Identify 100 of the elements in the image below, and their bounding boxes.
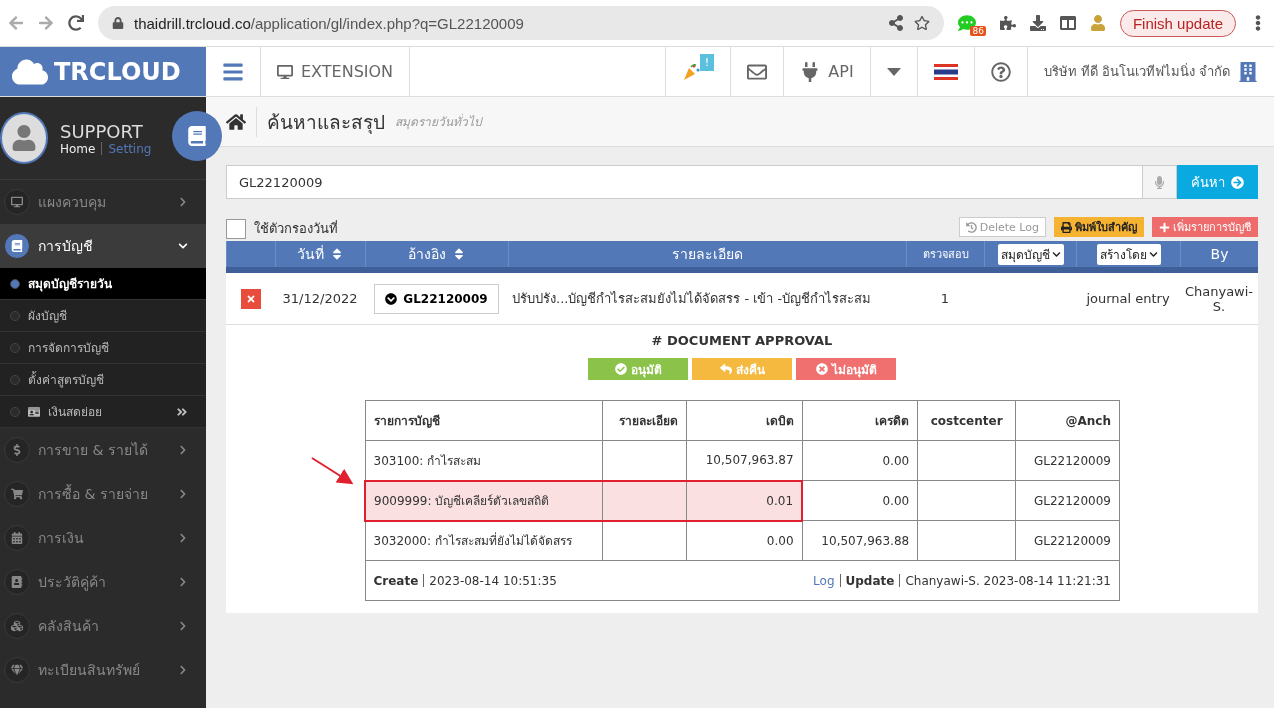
help-icon — [990, 61, 1011, 82]
search-button[interactable]: ค้นหา — [1177, 165, 1258, 199]
sidebar-icon[interactable] — [1059, 15, 1076, 31]
timeline-dot — [10, 310, 20, 321]
sidebar-item[interactable]: การขาย & รายได้ — [0, 428, 206, 472]
url-path: /application/gl/index.php?q=GL22120009 — [250, 14, 525, 32]
logo: TRCLOUD — [0, 47, 206, 96]
timeline-dot — [10, 406, 20, 417]
chevron-down-icon — [1051, 249, 1061, 259]
approval-title: # DOCUMENT APPROVAL — [651, 333, 833, 348]
home-link[interactable]: Home — [60, 141, 96, 156]
plus-icon — [1159, 221, 1170, 233]
building-icon — [1238, 61, 1258, 82]
cubes-icon — [4, 613, 30, 639]
submenu-item[interactable]: ตั้งค่าสูตรบัญชี — [0, 364, 206, 396]
party-popper-icon[interactable] — [681, 62, 700, 81]
print-button[interactable]: พิมพ์ใบสำคัญ — [1054, 217, 1144, 237]
download-icon[interactable] — [1029, 15, 1046, 31]
chevron-down-icon — [1148, 249, 1158, 259]
reject-button[interactable]: ไม่อนุมัติ — [796, 358, 896, 380]
table-cell: 0.00 — [802, 480, 918, 521]
search-field[interactable]: GL22120009 — [226, 165, 1143, 199]
submenu-item[interactable]: การจัดการบัญชี — [0, 332, 206, 364]
table-cell: 9009999: บัญชีเคลียร์ตัวเลขสถิติ — [365, 480, 603, 521]
add-button[interactable]: เพิ่มรายการบัญชี — [1152, 217, 1258, 237]
share-icon[interactable] — [888, 15, 905, 31]
sidebar-item[interactable]: คลังสินค้า — [0, 604, 206, 648]
sidebar-item[interactable]: ทะเบียนสินทรัพย์ — [0, 648, 206, 692]
log-link[interactable]: Log — [813, 573, 835, 588]
check-cell-text: 1 — [939, 291, 951, 306]
avatar — [0, 112, 48, 164]
timeline-dot — [10, 278, 20, 289]
table-cell: 0.00 — [802, 440, 918, 481]
sidebar-item[interactable]: การซื้อ & รายจ่าย — [0, 472, 206, 516]
update-info: Chanyawi-S. 2023-08-14 11:21:31 — [905, 573, 1111, 588]
cart-icon — [4, 481, 30, 507]
submenu-item[interactable]: สมุดบัญชีรายวัน — [0, 268, 206, 300]
chevron-right-icon — [178, 197, 188, 207]
table-cell: 303100: กำไรสะสม — [365, 440, 603, 481]
star-icon[interactable] — [914, 15, 931, 31]
gem-icon — [4, 657, 30, 683]
submenu-item[interactable]: เงินสดย่อย — [0, 396, 206, 428]
submenu-item[interactable]: ผังบัญชี — [0, 300, 206, 332]
date-cell-text: 31/12/2022 — [281, 291, 359, 306]
calendar-icon — [4, 525, 30, 551]
company-name: บริษัท ทีดี อินโนเวทีฟไมนิ่ง จำกัด — [1043, 62, 1230, 81]
column-filter-select[interactable]: สมุดบัญชี — [997, 243, 1064, 265]
table-cell: GL22120009 — [1015, 480, 1120, 521]
sort-icon — [452, 247, 466, 261]
date-filter-checkbox[interactable] — [226, 219, 246, 239]
book-icon — [187, 126, 207, 146]
table-cell: 0.01 — [686, 480, 803, 521]
book-icon — [4, 233, 30, 259]
desktop-icon — [4, 189, 30, 215]
author-cell-text: Chanyawi-S. — [1183, 283, 1255, 314]
home-icon[interactable] — [226, 111, 246, 132]
notice-badge: ! — [699, 54, 715, 71]
reference-button[interactable]: GL22120009 — [374, 283, 499, 314]
chevron-right-icon — [178, 621, 188, 631]
column-filter-select[interactable]: สร้างโดย — [1096, 243, 1161, 265]
log-button[interactable]: Delete Log — [958, 217, 1046, 237]
column-header: เครดิต — [802, 400, 918, 441]
column-header: ตรวจสอบ — [906, 241, 984, 267]
table-cell: 0.00 — [686, 520, 803, 561]
column-header: costcenter — [917, 400, 1016, 441]
sidebar-item[interactable]: การเงิน — [0, 516, 206, 560]
column-header: รายละเอียด — [602, 400, 687, 441]
monitor-icon — [277, 63, 293, 80]
chevron-right-icon — [178, 445, 188, 455]
book-button[interactable] — [172, 111, 222, 161]
table-cell: 3032000: กำไรสะสมที่ยังไม่ได้จัดสรร — [365, 520, 603, 561]
setting-link[interactable]: Setting — [108, 141, 152, 156]
table-cell: 10,507,963.87 — [686, 440, 803, 481]
delete-button[interactable] — [240, 288, 261, 309]
table-cell: GL22120009 — [1015, 440, 1120, 481]
sidebar-item[interactable]: การบัญชี — [0, 224, 206, 268]
address-bar[interactable]: thaidrill.trcloud.co/application/gl/index.php?q=GL22120009 — [98, 6, 945, 40]
reload-icon[interactable] — [68, 15, 84, 31]
create-time: 2023-08-14 10:51:35 — [429, 573, 557, 588]
close-icon — [246, 293, 255, 304]
date-filter-label: ใช้ตัวกรองวันที่ — [254, 219, 338, 238]
puzzle-icon[interactable] — [999, 15, 1016, 31]
type-cell-text: journal entry — [1085, 291, 1171, 306]
caret-icon — [886, 67, 901, 76]
sidebar-item[interactable]: แผงควบคุม — [0, 180, 206, 224]
flag-icon[interactable] — [933, 63, 958, 80]
column-header: @Anch — [1015, 400, 1120, 441]
user-name: SUPPORT — [60, 120, 144, 142]
finish-update-button[interactable]: Finish update — [1119, 9, 1236, 37]
table-cell: 10,507,963.88 — [802, 520, 918, 561]
page-subtitle: สมุดรายวันทั่วไป — [395, 112, 482, 131]
column-header[interactable]: อ้างอิง — [365, 241, 508, 267]
sidebar-item[interactable]: ประวัติคู่ค้า — [0, 560, 206, 604]
column-header[interactable]: วันที่ — [275, 241, 365, 267]
chevron-right-icon — [178, 489, 188, 499]
contact-book-icon — [4, 569, 30, 595]
create-label: Create — [373, 573, 419, 588]
update-label: Update — [845, 573, 895, 588]
timeline-dot — [10, 342, 20, 353]
column-header: รายการบัญชี — [365, 400, 603, 441]
